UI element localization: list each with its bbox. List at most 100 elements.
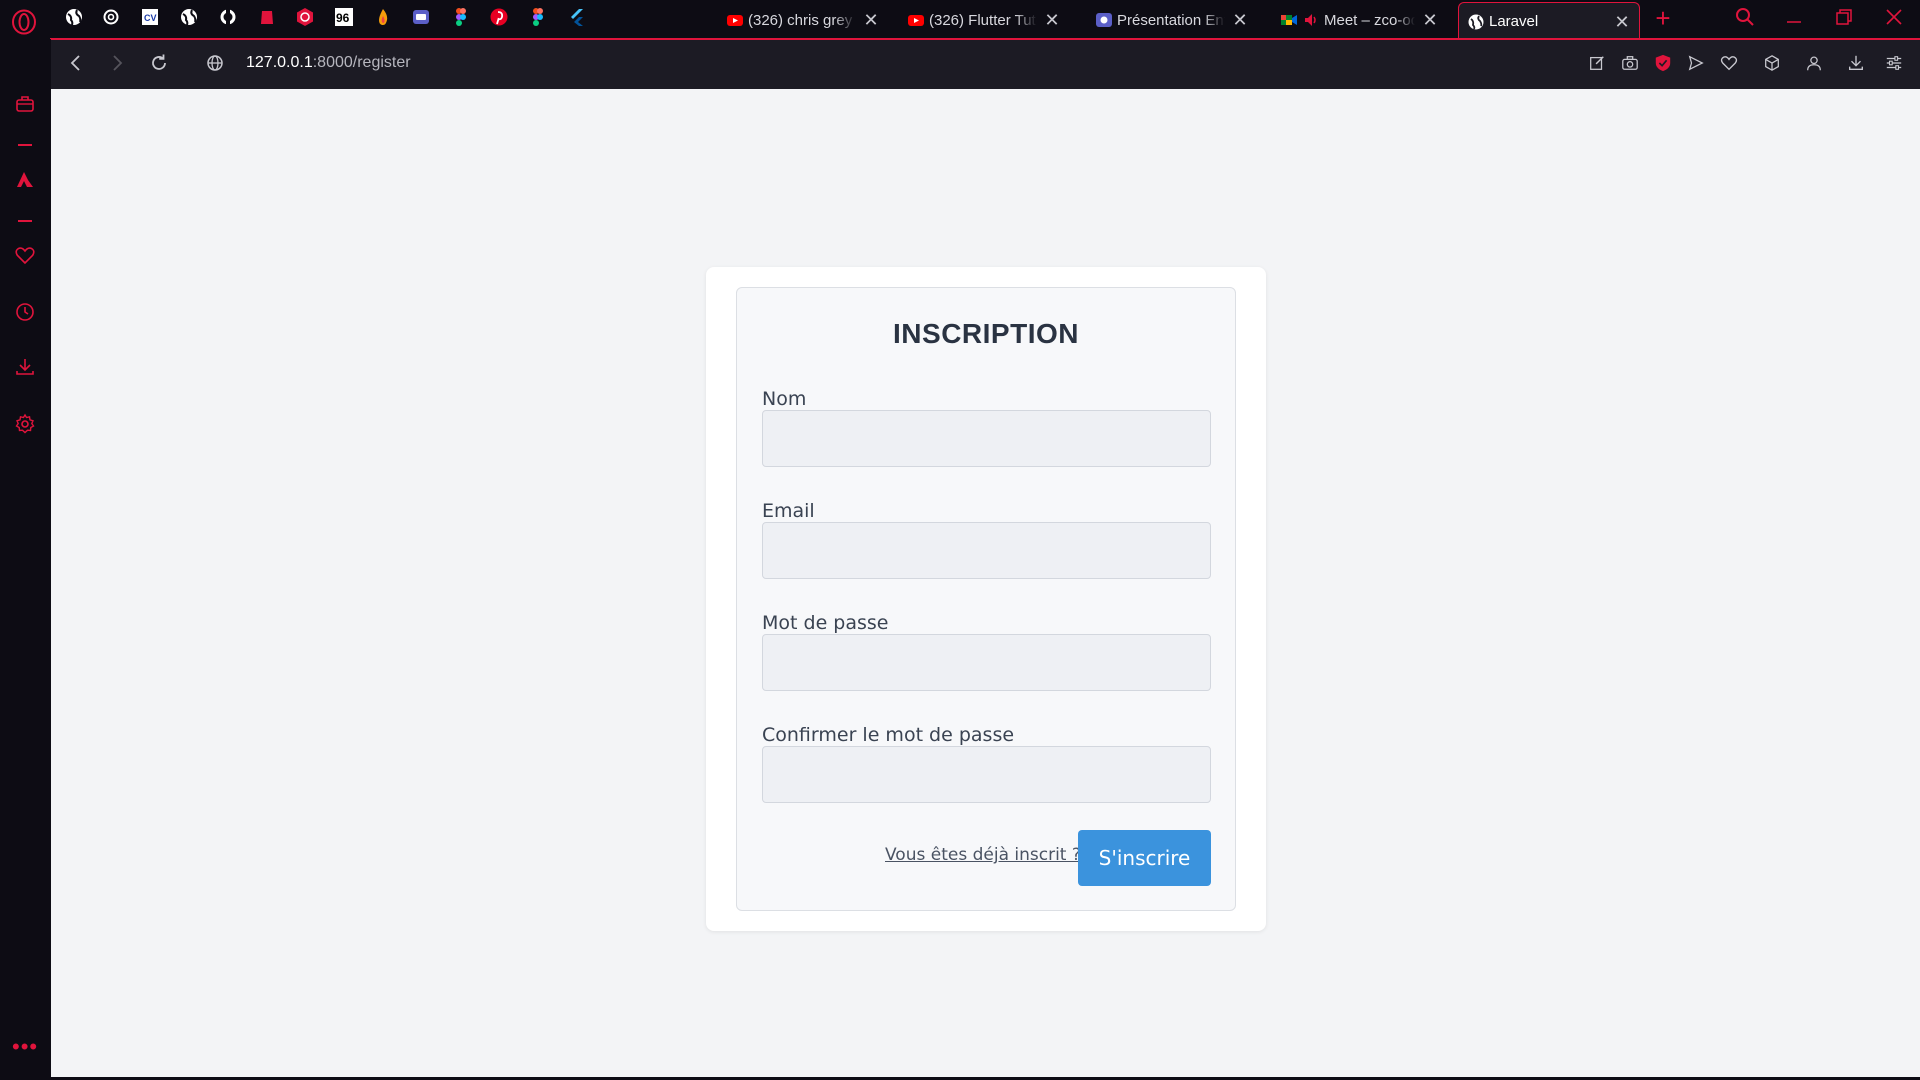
- pinned-tab-hex[interactable]: [292, 6, 318, 32]
- bookmark-heart-button[interactable]: [1716, 52, 1742, 78]
- adblock-button[interactable]: [1650, 52, 1676, 78]
- camera-icon: [1621, 54, 1639, 77]
- teams-icon: [411, 7, 431, 32]
- form-title: INSCRIPTION: [893, 318, 1079, 349]
- back-arrow-icon: [66, 53, 86, 78]
- pinned-tab-bookmark[interactable]: [254, 6, 280, 32]
- name-input[interactable]: [762, 410, 1211, 467]
- globe-icon: [205, 53, 225, 78]
- restore-icon: [1834, 7, 1854, 32]
- pinned-tab-teams[interactable]: [408, 6, 434, 32]
- pinned-tab-figma[interactable]: [448, 6, 474, 32]
- tab-meet[interactable]: Meet – zco-oq ✕: [1272, 4, 1447, 36]
- teams-icon: [1095, 11, 1113, 29]
- sidebar-separator: [18, 220, 32, 222]
- close-icon[interactable]: ✕: [1421, 11, 1439, 29]
- speaker-icon[interactable]: [1302, 11, 1320, 29]
- pinned-tab-globe[interactable]: [61, 6, 87, 32]
- meet-icon: [1280, 11, 1298, 29]
- send-button[interactable]: [1683, 52, 1709, 78]
- downloads-button[interactable]: [1843, 52, 1869, 78]
- opera-logo-icon[interactable]: [10, 8, 38, 36]
- password-input[interactable]: [762, 634, 1211, 691]
- tab-youtube-chris-grey[interactable]: (326) chris grey - I ✕: [718, 4, 888, 36]
- globe-icon: [179, 7, 199, 32]
- tab-bar: CV 96 (326) chris grey - I ✕ (326) Flutt…: [0, 0, 1920, 40]
- forward-arrow-icon: [107, 53, 127, 78]
- easy-setup-button[interactable]: [1881, 52, 1907, 78]
- tab-title: Laravel: [1489, 13, 1539, 30]
- site-info-button[interactable]: [202, 52, 228, 78]
- url-host: 127.0.0.1: [246, 54, 313, 71]
- password-label: Mot de passe: [762, 612, 889, 634]
- close-window-button[interactable]: [1876, 4, 1912, 34]
- sidebar-settings-button[interactable]: [11, 412, 39, 440]
- close-icon[interactable]: ✕: [1613, 13, 1631, 31]
- shield-icon: [1654, 54, 1672, 77]
- forward-button[interactable]: [104, 52, 130, 78]
- app-96-icon: 96: [334, 7, 354, 32]
- youtube-icon: [726, 11, 744, 29]
- snap-edit-button[interactable]: [1584, 52, 1610, 78]
- close-icon[interactable]: ✕: [862, 11, 880, 29]
- tab-presentation[interactable]: Présentation Entre ✕: [1087, 4, 1257, 36]
- pinned-tab-cv[interactable]: CV: [137, 6, 163, 32]
- profile-button[interactable]: [1801, 52, 1827, 78]
- tab-search-button[interactable]: [1727, 4, 1763, 34]
- register-card: INSCRIPTION Nom Email Mot de passe Confi…: [706, 267, 1266, 931]
- reload-button[interactable]: [146, 52, 172, 78]
- sidebar-more-button[interactable]: •••: [12, 1036, 38, 1058]
- minimize-icon: [1784, 7, 1804, 32]
- pinned-tab-sync[interactable]: [215, 6, 241, 32]
- new-tab-button[interactable]: +: [1651, 4, 1675, 32]
- chatgpt-icon: [101, 7, 121, 32]
- download-icon: [14, 356, 36, 383]
- sidebar-downloads-button[interactable]: [11, 355, 39, 383]
- fire-icon: [373, 7, 393, 32]
- back-button[interactable]: [63, 52, 89, 78]
- snapshot-button[interactable]: [1617, 52, 1643, 78]
- send-icon: [1687, 54, 1705, 77]
- sidebar-history-button[interactable]: [11, 300, 39, 328]
- already-registered-link[interactable]: Vous êtes déjà inscrit ?: [885, 845, 1081, 865]
- pinned-tab-figma-2[interactable]: [525, 6, 551, 32]
- close-icon[interactable]: ✕: [1043, 11, 1061, 29]
- close-icon[interactable]: ✕: [1231, 11, 1249, 29]
- briefcase-icon: [14, 93, 36, 120]
- brand-hex-icon: [295, 7, 315, 32]
- pinned-tab-globe-2[interactable]: [176, 6, 202, 32]
- sync-icon: [218, 7, 238, 32]
- name-label: Nom: [762, 388, 807, 410]
- pinned-tab-96[interactable]: 96: [331, 6, 357, 32]
- sidebar-workspaces-button[interactable]: [11, 92, 39, 120]
- sidebar-separator: [18, 144, 32, 146]
- tab-title: (326) chris grey - I: [748, 11, 856, 29]
- password-confirm-input[interactable]: [762, 746, 1211, 803]
- url-field[interactable]: 127.0.0.1:8000/register: [246, 54, 411, 72]
- pinned-tab-flutter[interactable]: [564, 6, 590, 32]
- gear-icon: [14, 413, 36, 440]
- pinned-tab-chatgpt[interactable]: [98, 6, 124, 32]
- tab-title: Meet – zco-oq: [1324, 11, 1415, 29]
- tab-youtube-flutter[interactable]: (326) Flutter Tutor ✕: [899, 4, 1069, 36]
- aria-icon: [14, 168, 36, 195]
- restore-button[interactable]: [1826, 4, 1862, 34]
- cube-icon: [1763, 54, 1781, 77]
- tab-laravel-active[interactable]: Laravel ✕: [1458, 2, 1640, 40]
- bookmark-icon: [257, 7, 277, 32]
- pinned-tab-pinterest[interactable]: [486, 6, 512, 32]
- clock-icon: [14, 301, 36, 328]
- pinned-tab-fire[interactable]: [370, 6, 396, 32]
- url-path: :8000/register: [312, 54, 411, 71]
- register-submit-button[interactable]: S'inscrire: [1078, 830, 1211, 886]
- email-input[interactable]: [762, 522, 1211, 579]
- register-form: INSCRIPTION Nom Email Mot de passe Confi…: [736, 287, 1236, 911]
- youtube-icon: [907, 11, 925, 29]
- extensions-button[interactable]: [1759, 52, 1785, 78]
- sidebar-bookmarks-button[interactable]: [11, 243, 39, 271]
- tab-title: (326) Flutter Tutor: [929, 11, 1037, 29]
- address-bar: 127.0.0.1:8000/register: [50, 40, 1920, 89]
- minimize-button[interactable]: [1776, 4, 1812, 34]
- sidebar-aria-button[interactable]: [11, 167, 39, 195]
- download-icon: [1847, 54, 1865, 77]
